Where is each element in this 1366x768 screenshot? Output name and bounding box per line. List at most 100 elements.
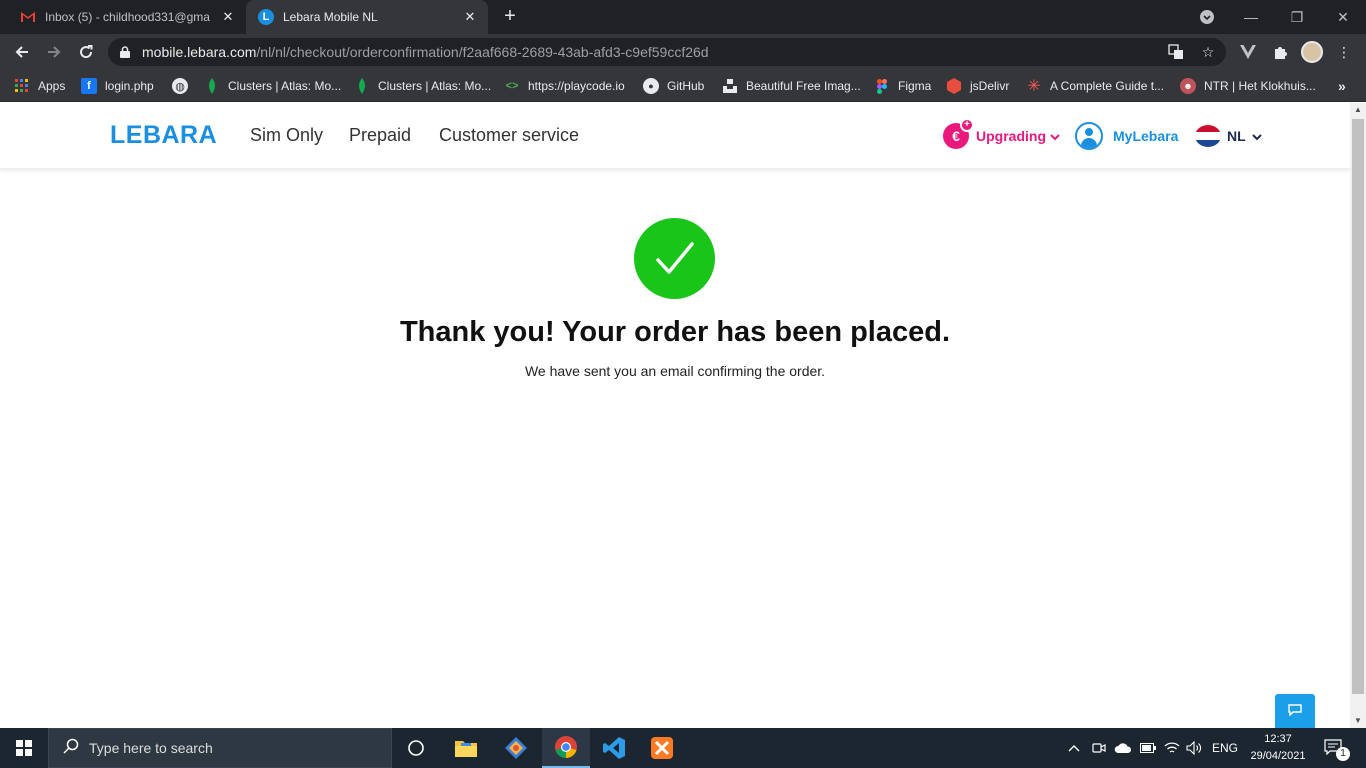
tab-search-icon[interactable]	[1184, 0, 1230, 34]
chat-button[interactable]	[1275, 694, 1315, 728]
lebara-logo[interactable]: LEBARA	[110, 121, 217, 150]
url-text: mobile.lebara.com/nl/nl/checkout/orderco…	[142, 44, 709, 60]
mylebara-label: MyLebara	[1113, 128, 1179, 144]
translate-icon[interactable]	[1164, 40, 1188, 64]
netherlands-flag-icon	[1195, 125, 1221, 147]
tab-title: Inbox (5) - childhood331@gmail.	[45, 10, 210, 24]
tab-title: Lebara Mobile NL	[283, 10, 378, 24]
bookmark-label: https://playcode.io	[528, 79, 625, 93]
scroll-down-icon[interactable]: ▼	[1350, 714, 1366, 728]
lebara-icon: L	[258, 9, 274, 25]
restore-icon[interactable]: ❐	[1274, 0, 1320, 34]
bookmark-label: A Complete Guide t...	[1050, 79, 1165, 93]
address-bar[interactable]: mobile.lebara.com/nl/nl/checkout/orderco…	[108, 38, 1226, 66]
extensions-puzzle-icon[interactable]	[1268, 40, 1292, 64]
bookmark-jsdelivr[interactable]: jsDelivr	[946, 77, 1009, 95]
browser-menu-icon[interactable]: ⋮	[1332, 40, 1356, 64]
page-scrollbar[interactable]: ▲ ▼	[1350, 103, 1366, 728]
bookmark-label: GitHub	[667, 79, 705, 93]
language-indicator[interactable]: ENG	[1212, 728, 1238, 768]
windows-start-icon[interactable]	[0, 728, 48, 768]
task-view-icon[interactable]	[392, 728, 440, 768]
vscode-icon[interactable]	[590, 728, 638, 768]
more-bookmarks-button[interactable]: »	[1338, 77, 1346, 95]
language-selector[interactable]: NL	[1195, 125, 1262, 147]
tab-lebara[interactable]: L Lebara Mobile NL ✕	[246, 0, 488, 34]
facebook-icon: f	[81, 78, 97, 94]
bookmark-atlas-2[interactable]: Clusters | Atlas: Mo...	[354, 77, 491, 95]
clock-date: 29/04/2021	[1250, 750, 1306, 762]
lock-icon	[120, 46, 132, 58]
volume-icon[interactable]	[1186, 728, 1202, 768]
bookmark-playcode[interactable]: <> https://playcode.io	[504, 77, 625, 95]
taskbar-search[interactable]: Type here to search	[48, 728, 392, 768]
bookmark-label: Apps	[38, 79, 66, 93]
minimize-icon[interactable]: —	[1228, 0, 1274, 34]
bookmark-label: login.php	[105, 79, 154, 93]
bookmark-globe[interactable]: ◍	[172, 77, 196, 95]
unsplash-icon	[722, 78, 738, 94]
bookmark-label: Clusters | Atlas: Mo...	[378, 79, 492, 93]
gmail-icon	[20, 9, 36, 25]
scroll-up-icon[interactable]: ▲	[1350, 103, 1366, 117]
mylebara-link[interactable]: MyLebara	[1075, 122, 1178, 150]
bookmark-figma[interactable]: Figma	[874, 77, 931, 95]
extension-vue-icon[interactable]	[1236, 40, 1260, 64]
mongodb-leaf-icon	[354, 78, 370, 94]
bookmark-star-icon[interactable]: ☆	[1196, 40, 1220, 64]
browser-tab-strip: Inbox (5) - childhood331@gmail. ✕ L Leba…	[0, 0, 1366, 34]
notification-icon: 1	[1324, 739, 1350, 761]
chevron-down-icon	[1251, 128, 1262, 144]
git-app-icon[interactable]	[492, 728, 540, 768]
file-explorer-icon[interactable]	[442, 728, 490, 768]
bookmark-login[interactable]: f login.php	[81, 77, 154, 95]
nav-customer-service[interactable]: Customer service	[439, 125, 579, 146]
klokhuis-icon: ☻	[1180, 78, 1196, 94]
confirmation-message: We have sent you an email confirming the…	[524, 363, 826, 379]
taskbar-clock[interactable]: 12:37 29/04/2021	[1240, 731, 1316, 765]
mongodb-leaf-icon	[204, 78, 220, 94]
notification-count: 1	[1336, 747, 1350, 761]
chrome-icon[interactable]	[542, 728, 590, 768]
back-icon[interactable]	[8, 38, 36, 66]
globe-icon: ◍	[172, 78, 188, 94]
close-tab-icon[interactable]: ✕	[220, 9, 236, 25]
reload-icon[interactable]	[72, 38, 100, 66]
tab-gmail[interactable]: Inbox (5) - childhood331@gmail. ✕	[8, 0, 246, 34]
bookmark-label: Clusters | Atlas: Mo...	[228, 79, 342, 93]
meet-now-icon[interactable]	[1092, 728, 1106, 768]
onedrive-cloud-icon[interactable]	[1114, 728, 1132, 768]
forward-icon[interactable]	[40, 38, 68, 66]
confirmation-headline: Thank you! Your order has been placed.	[399, 316, 951, 348]
show-hidden-icons[interactable]	[1068, 728, 1080, 768]
nav-prepaid[interactable]: Prepaid	[349, 125, 411, 146]
xampp-icon[interactable]	[638, 728, 686, 768]
notifications-button[interactable]: 1	[1324, 728, 1350, 768]
bookmarks-bar: Apps f login.php ◍ Clusters | Atlas: Mo..…	[0, 70, 1366, 102]
close-window-icon[interactable]: ✕	[1320, 0, 1366, 34]
battery-icon[interactable]	[1140, 728, 1156, 768]
new-tab-button[interactable]: +	[499, 5, 521, 27]
scrollbar-thumb[interactable]	[1352, 119, 1364, 694]
nav-sim-only[interactable]: Sim Only	[250, 125, 323, 146]
bookmark-unsplash[interactable]: Beautiful Free Imag...	[722, 77, 861, 95]
close-tab-icon[interactable]: ✕	[462, 9, 478, 25]
bookmark-klokhuis[interactable]: ☻ NTR | Het Klokhuis...	[1180, 77, 1316, 95]
bookmark-github[interactable]: ● GitHub	[643, 77, 704, 95]
bookmark-label: Figma	[898, 79, 932, 93]
success-check-icon	[634, 218, 715, 299]
web-page: LEBARA Sim Only Prepaid Customer service…	[0, 103, 1350, 728]
clock-time: 12:37	[1264, 733, 1292, 745]
bookmark-atlas-1[interactable]: Clusters | Atlas: Mo...	[204, 77, 341, 95]
profile-avatar[interactable]	[1300, 40, 1324, 64]
wifi-icon[interactable]	[1164, 728, 1180, 768]
url-host: mobile.lebara.com	[142, 44, 257, 60]
upgrading-menu[interactable]: € + Upgrading	[943, 118, 1060, 149]
bookmark-label: jsDelivr	[970, 79, 1010, 93]
bookmark-apps[interactable]: Apps	[14, 77, 65, 95]
bookmark-label: Beautiful Free Imag...	[746, 79, 861, 93]
user-icon	[1075, 122, 1103, 150]
search-placeholder: Type here to search	[89, 740, 213, 756]
browser-toolbar: mobile.lebara.com/nl/nl/checkout/orderco…	[0, 34, 1366, 70]
bookmark-guide[interactable]: ✳ A Complete Guide t...	[1026, 77, 1164, 95]
